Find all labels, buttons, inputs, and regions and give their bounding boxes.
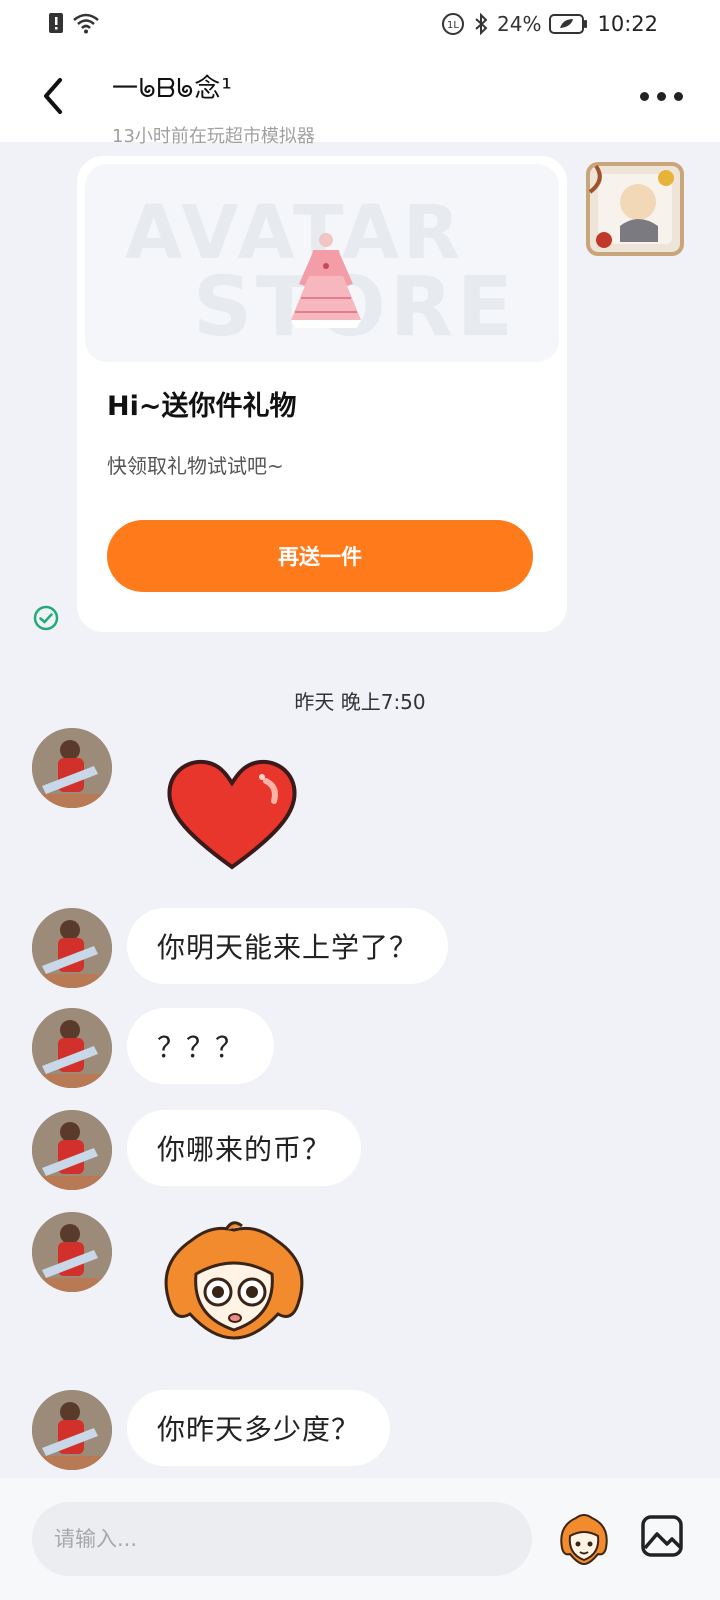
contact-avatar[interactable] (32, 1390, 112, 1470)
heart-sticker[interactable] (162, 755, 302, 875)
avatar-photo (32, 1390, 112, 1470)
contact-avatar[interactable] (32, 1212, 112, 1292)
battery-percent: 24% (497, 12, 542, 36)
status-right: 1L 24% 10:22 (441, 12, 658, 36)
message-bubble[interactable]: 你昨天多少度？ (127, 1390, 391, 1466)
message-bubble[interactable]: 你哪来的币？ (127, 1110, 362, 1186)
status-left (48, 12, 100, 34)
clock: 10:22 (597, 12, 658, 36)
sent-check-icon (33, 605, 59, 631)
input-bar (0, 1478, 720, 1600)
contact-avatar[interactable] (32, 908, 112, 988)
send-again-button[interactable]: 再送一件 (107, 520, 533, 592)
bluetooth-icon (475, 12, 488, 36)
contact-status: 13小时前在玩超市模拟器 (112, 126, 315, 147)
mascot-sticker-icon[interactable] (554, 1508, 614, 1568)
svg-text:1L: 1L (447, 20, 459, 31)
shocked-mascot-sticker[interactable] (152, 1218, 316, 1348)
message-input[interactable] (32, 1502, 532, 1576)
more-dots-icon[interactable] (640, 88, 684, 104)
avatar-photo (32, 1008, 112, 1088)
gift-subtitle: 快领取礼物试试吧~ (107, 454, 284, 478)
avatar-photo (32, 1110, 112, 1190)
hd-call-icon: 1L (442, 13, 465, 35)
gift-title: Hi~送你件礼物 (107, 391, 297, 422)
dress-icon (291, 233, 361, 328)
chat-header: 一ᖚᗷᖚ念¹ 13小时前在玩超市模拟器 (0, 50, 720, 147)
battery-icon (549, 14, 588, 34)
message-timestamp: 昨天 晚上7:50 (294, 690, 426, 714)
avatar-photo (32, 728, 112, 808)
sim-alert-icon (49, 13, 63, 33)
contact-avatar[interactable] (32, 1008, 112, 1088)
message-bubble[interactable]: 你明天能来上学了？ (127, 908, 449, 984)
back-arrow-icon[interactable] (36, 72, 72, 120)
wifi-icon (73, 13, 99, 34)
contact-name: 一ᖚᗷᖚ念¹ (112, 74, 233, 104)
contact-avatar[interactable] (32, 1110, 112, 1190)
my-avatar[interactable] (586, 162, 684, 256)
gift-banner: AVATAR STORE (85, 164, 559, 362)
avatar-photo (32, 1212, 112, 1292)
avatar-photo (32, 908, 112, 988)
gift-card[interactable]: AVATAR STORE Hi~送你件礼物 快领取礼物试试吧~ 再送一件 (77, 156, 567, 632)
status-bar: 1L 24% 10:22 (0, 0, 720, 50)
contact-avatar[interactable] (32, 728, 112, 808)
message-bubble[interactable]: ？？？ (127, 1008, 275, 1084)
image-icon[interactable] (640, 1514, 684, 1558)
avatar-frame-icon (586, 162, 684, 256)
